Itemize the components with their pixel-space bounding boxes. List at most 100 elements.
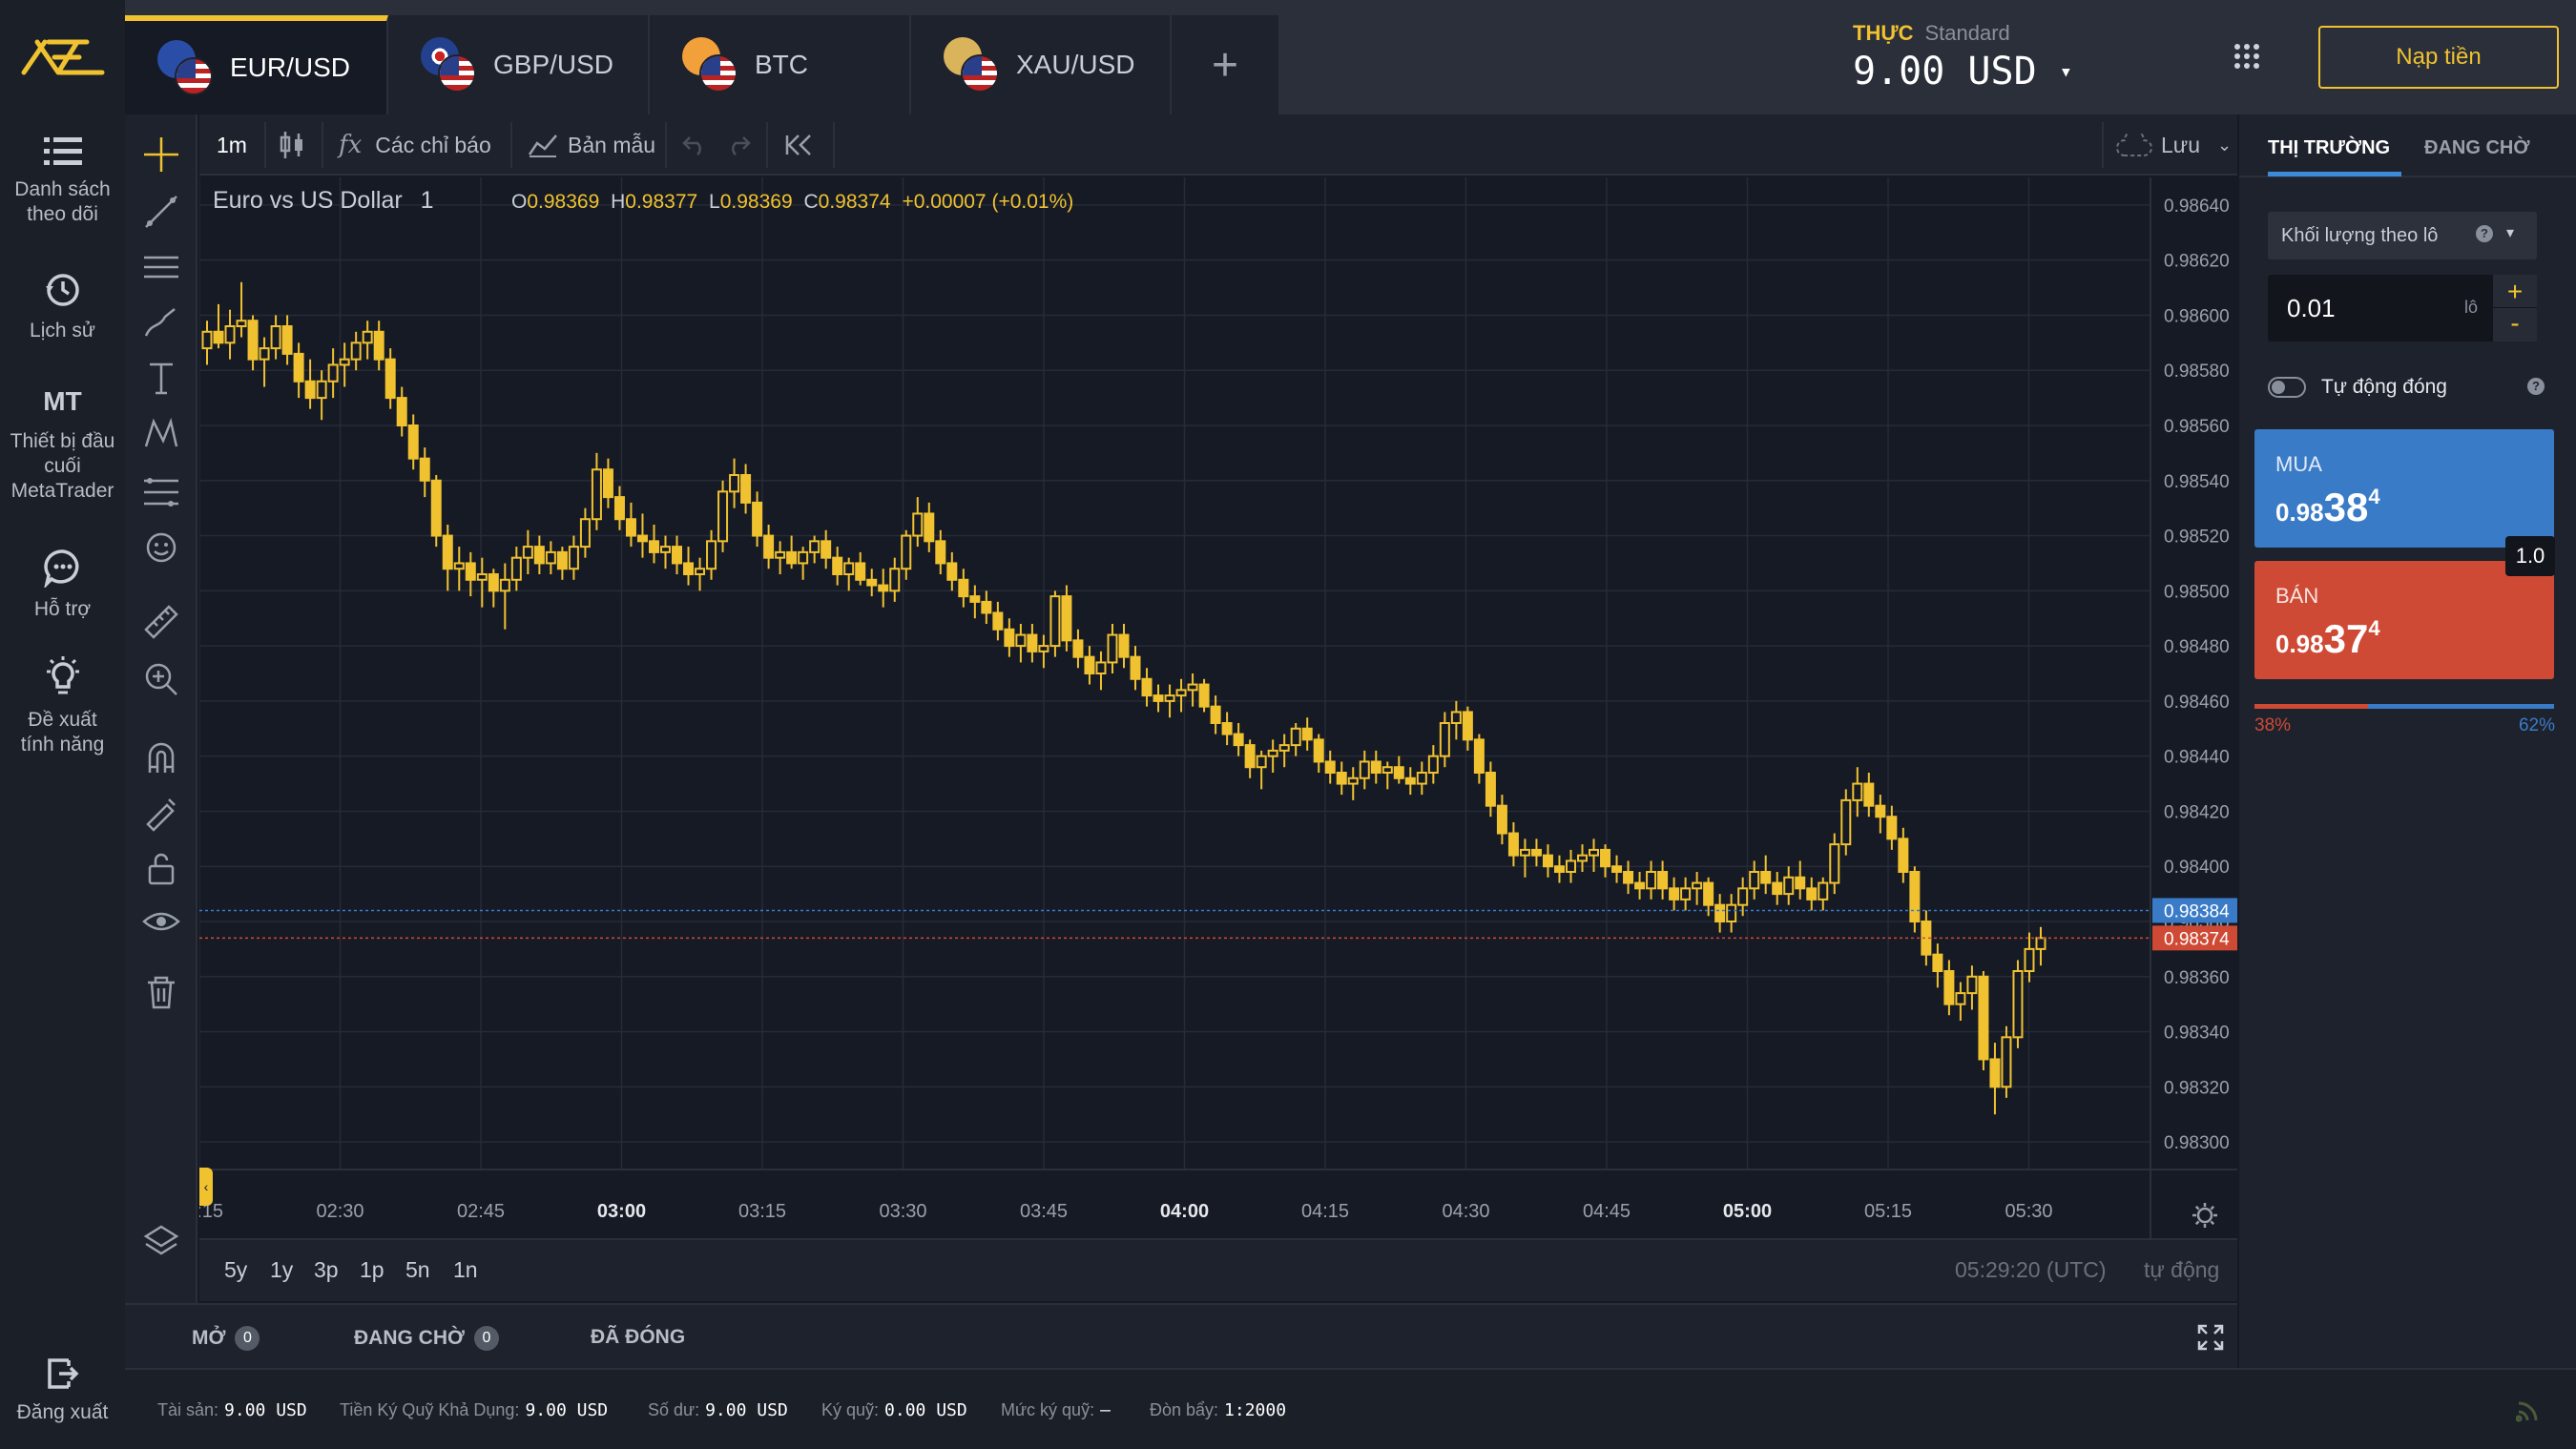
- brush-icon[interactable]: [142, 303, 180, 342]
- candle-body: [510, 556, 522, 581]
- candle: [1496, 795, 1507, 845]
- account-selector[interactable]: THỰC Standard 9.00 USD ▾: [1853, 21, 2072, 93]
- lock-draw-icon[interactable]: [142, 794, 180, 832]
- layers-icon[interactable]: [142, 1221, 180, 1259]
- x-tick-label: 04:30: [1442, 1201, 1489, 1222]
- candle-body: [419, 457, 430, 482]
- tab-gbp-usd[interactable]: GBP/USD: [388, 15, 650, 114]
- lot-size-value[interactable]: 0.01: [2287, 294, 2336, 323]
- text-tool-icon[interactable]: [142, 359, 180, 397]
- candle-body: [259, 347, 270, 361]
- exness-logo[interactable]: [0, 0, 125, 114]
- candle-body: [1875, 804, 1886, 818]
- crosshair-icon[interactable]: [142, 135, 180, 174]
- help-icon[interactable]: ?: [2476, 225, 2493, 242]
- toggle-switch[interactable]: [2268, 377, 2306, 398]
- volume-mode-select[interactable]: Khối lượng theo lô ? ▾: [2268, 212, 2537, 259]
- y-tick-label: 0.98400: [2164, 858, 2230, 878]
- redo-icon[interactable]: [726, 134, 751, 156]
- candle-body: [1932, 953, 1943, 973]
- candle: [1473, 734, 1485, 784]
- tab-pending-order[interactable]: ĐANG CHỜ: [2424, 137, 2529, 159]
- apps-grid-icon[interactable]: [2233, 42, 2261, 71]
- unlock-icon[interactable]: [142, 849, 180, 887]
- deposit-button[interactable]: Nạp tiền: [2318, 26, 2559, 89]
- tab-closed-positions[interactable]: ĐÃ ĐÓNG: [591, 1326, 685, 1349]
- sell-price: 0.98374: [2275, 616, 2380, 662]
- logout-button[interactable]: Đăng xuất: [0, 1356, 125, 1425]
- candle-body: [1427, 755, 1439, 775]
- fib-icon[interactable]: [142, 471, 180, 509]
- tab-pending-orders[interactable]: ĐANG CHỜ 0: [354, 1326, 499, 1351]
- candle: [752, 491, 763, 548]
- tab-btc[interactable]: BTC: [650, 15, 911, 114]
- indicators-button[interactable]: fx Các chỉ báo: [339, 114, 491, 176]
- ruler-icon[interactable]: [142, 603, 180, 641]
- candle-type-icon[interactable]: [278, 130, 306, 160]
- tab-open-positions[interactable]: MỞ 0: [192, 1326, 260, 1351]
- chart-canvas[interactable]: 0.98640 0.98620 0.98600 0.98580 0.98560 0.985…: [199, 177, 2237, 1238]
- candle-body: [1404, 776, 1416, 785]
- add-tab-button[interactable]: +: [1172, 15, 1278, 114]
- candle-body: [1577, 854, 1588, 862]
- trend-line-icon[interactable]: [142, 193, 180, 231]
- zoom-in-icon[interactable]: [142, 660, 180, 698]
- price-chart[interactable]: 0.98640 0.98620 0.98600 0.98580 0.98560 0.985…: [199, 177, 2237, 1303]
- sentiment-sell-fill: [2254, 704, 2369, 709]
- magnet-icon[interactable]: [142, 738, 180, 776]
- range-3p-button[interactable]: 3p: [314, 1257, 339, 1283]
- eye-icon[interactable]: [142, 902, 180, 941]
- range-5y-button[interactable]: 5y: [224, 1257, 247, 1283]
- candle-body: [476, 573, 488, 581]
- indicators-label: Các chỉ báo: [375, 132, 491, 157]
- pattern-icon[interactable]: [142, 414, 180, 452]
- auto-close-toggle[interactable]: Tự động đóng ?: [2268, 370, 2545, 404]
- expand-icon[interactable]: [2197, 1324, 2224, 1351]
- auto-scale-button[interactable]: tự động: [2144, 1257, 2219, 1283]
- range-1y-button[interactable]: 1y: [270, 1257, 293, 1283]
- sidebar-item-watchlist[interactable]: Danh sách theo dõi: [0, 135, 125, 227]
- tab-xau-usd[interactable]: XAU/USD: [911, 15, 1172, 114]
- candle: [2035, 926, 2046, 966]
- tab-eur-usd[interactable]: EUR/USD: [125, 15, 388, 114]
- horizontal-lines-icon[interactable]: [142, 248, 180, 286]
- lot-decrease-button[interactable]: -: [2493, 308, 2537, 342]
- candle: [488, 569, 499, 608]
- templates-button[interactable]: Bản mẫu: [528, 114, 655, 176]
- trash-icon[interactable]: [142, 973, 180, 1011]
- lot-increase-button[interactable]: +: [2493, 275, 2537, 308]
- candle: [1542, 844, 1553, 878]
- interval-selector[interactable]: 1m: [217, 114, 247, 176]
- emoji-icon[interactable]: [142, 528, 180, 567]
- scroll-left-handle[interactable]: ‹: [199, 1168, 213, 1206]
- sidebar-item-feature-request[interactable]: Đề xuất tính năng: [0, 656, 125, 757]
- range-1n-button[interactable]: 1n: [453, 1257, 478, 1283]
- save-button[interactable]: Lưu ⌄: [2115, 114, 2232, 176]
- y-tick-label: 0.98340: [2164, 1024, 2230, 1044]
- candle-body: [430, 479, 442, 537]
- help-icon[interactable]: ?: [2527, 378, 2545, 395]
- candle-body: [625, 518, 636, 537]
- candle: [2024, 932, 2035, 983]
- candle: [729, 458, 740, 508]
- candle: [602, 458, 613, 508]
- sidebar-item-metatrader[interactable]: MT Thiết bị đầu cuối MetaTrader: [0, 388, 125, 504]
- sidebar-item-support[interactable]: Hỗ trợ: [0, 548, 125, 622]
- rewind-icon[interactable]: [783, 134, 812, 156]
- candle: [1611, 855, 1623, 883]
- range-5n-button[interactable]: 5n: [405, 1257, 430, 1283]
- sell-button[interactable]: BÁN 0.98374: [2254, 561, 2554, 679]
- chart-settings-icon[interactable]: [2192, 1202, 2218, 1229]
- candle-body: [1519, 848, 1530, 857]
- templates-icon: [528, 135, 557, 157]
- y-tick-label: 0.98480: [2164, 637, 2230, 657]
- undo-icon[interactable]: [682, 134, 707, 156]
- tab-label: XAU/USD: [1016, 50, 1135, 79]
- margin-label: Ký quỹ:: [821, 1400, 880, 1419]
- sidebar-item-history[interactable]: Lịch sử: [0, 271, 125, 343]
- range-1p-button[interactable]: 1p: [360, 1257, 384, 1283]
- tab-market-order[interactable]: THỊ TRƯỜNG: [2268, 137, 2390, 159]
- candle-body: [270, 325, 281, 350]
- lot-size-input[interactable]: 0.01 lô + -: [2268, 275, 2537, 342]
- buy-button[interactable]: MUA 0.98384: [2254, 429, 2554, 548]
